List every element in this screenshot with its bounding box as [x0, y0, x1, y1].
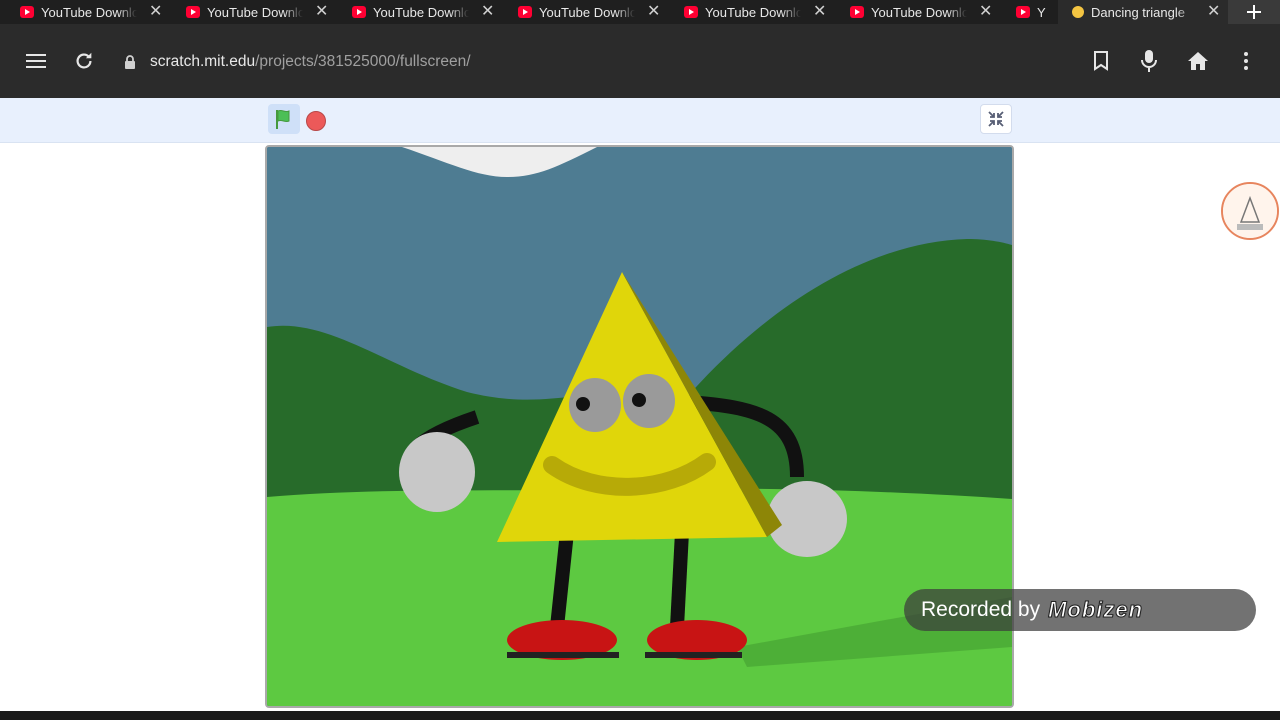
- tab-youtube-downloader-5[interactable]: YouTube Downlo ✕: [664, 0, 830, 24]
- mic-icon: [1141, 50, 1157, 72]
- tab-youtube-downloader-7[interactable]: Y: [996, 0, 1056, 24]
- player-controls-bar: [0, 98, 1280, 143]
- tab-youtube-downloader-3[interactable]: YouTube Downlo ✕: [332, 0, 498, 24]
- new-tab-button[interactable]: [1228, 0, 1280, 24]
- bookmark-button[interactable]: [1085, 45, 1117, 77]
- close-icon[interactable]: ✕: [149, 4, 162, 20]
- url-text: scratch.mit.edu/projects/381525000/fulls…: [150, 53, 471, 71]
- more-vert-icon: [1244, 52, 1248, 70]
- bottom-edge: [0, 711, 1280, 720]
- bubble-thumbnail-icon: [1223, 184, 1277, 238]
- menu-button[interactable]: [20, 45, 52, 77]
- youtube-icon: [1016, 6, 1030, 18]
- bookmark-icon: [1094, 51, 1108, 71]
- scratch-icon: [1072, 6, 1084, 18]
- youtube-icon: [518, 6, 532, 18]
- watermark-brand-logo: Mobizen: [1048, 597, 1144, 623]
- youtube-icon: [352, 6, 366, 18]
- more-options-button[interactable]: [1230, 45, 1262, 77]
- project-stage[interactable]: [265, 145, 1014, 708]
- tab-title: YouTube Downlo: [41, 4, 137, 20]
- close-icon[interactable]: ✕: [481, 4, 494, 20]
- tab-title: YouTube Downlo: [373, 4, 469, 20]
- tab-youtube-downloader-1[interactable]: YouTube Downlo ✕: [0, 0, 166, 24]
- close-icon[interactable]: ✕: [1207, 4, 1220, 20]
- recording-watermark: Recorded by Mobizen: [904, 589, 1256, 631]
- exit-fullscreen-icon: [988, 111, 1004, 127]
- green-flag-button[interactable]: [268, 104, 300, 134]
- youtube-icon: [850, 6, 864, 18]
- tab-title: YouTube Downlo: [705, 4, 801, 20]
- browser-toolbar: scratch.mit.edu/projects/381525000/fulls…: [0, 24, 1280, 98]
- url-host: scratch.mit.edu: [150, 53, 256, 70]
- url-path: /projects/381525000/fullscreen/: [255, 53, 471, 70]
- lock-icon: [122, 53, 138, 71]
- address-bar[interactable]: scratch.mit.edu/projects/381525000/fulls…: [108, 42, 1174, 82]
- reload-icon: [76, 52, 92, 69]
- home-button[interactable]: [1182, 45, 1214, 77]
- stage-canvas: [267, 147, 1012, 706]
- tab-title: YouTube Downlo: [539, 4, 635, 20]
- close-icon[interactable]: ✕: [813, 4, 826, 20]
- watermark-prefix: Recorded by: [921, 598, 1041, 621]
- tab-title: YouTube Downlo: [207, 4, 303, 20]
- close-icon[interactable]: ✕: [315, 4, 328, 20]
- tab-youtube-downloader-4[interactable]: YouTube Downlo ✕: [498, 0, 664, 24]
- youtube-icon: [20, 6, 34, 18]
- tab-dancing-triangle[interactable]: Dancing triangle ✕: [1058, 0, 1228, 24]
- voice-search-button[interactable]: [1133, 45, 1165, 77]
- youtube-icon: [684, 6, 698, 18]
- exit-fullscreen-button[interactable]: [980, 104, 1012, 134]
- home-icon: [1188, 52, 1208, 70]
- tab-strip: YouTube Downlo ✕ YouTube Downlo ✕ YouTub…: [0, 0, 1280, 24]
- tab-youtube-downloader-2[interactable]: YouTube Downlo ✕: [166, 0, 332, 24]
- tab-youtube-downloader-6[interactable]: YouTube Downlo ✕: [830, 0, 996, 24]
- tab-title: Dancing triangle: [1091, 4, 1185, 20]
- reload-button[interactable]: [68, 45, 100, 77]
- close-icon[interactable]: ✕: [979, 4, 992, 20]
- stop-icon[interactable]: [306, 111, 326, 131]
- tab-title: Y: [1037, 4, 1046, 20]
- menu-icon: [26, 54, 46, 68]
- green-flag-icon: [276, 109, 290, 129]
- close-icon[interactable]: ✕: [647, 4, 660, 20]
- floating-record-bubble[interactable]: [1221, 182, 1279, 240]
- youtube-icon: [186, 6, 200, 18]
- plus-icon: [1247, 5, 1261, 19]
- tab-title: YouTube Downlo: [871, 4, 967, 20]
